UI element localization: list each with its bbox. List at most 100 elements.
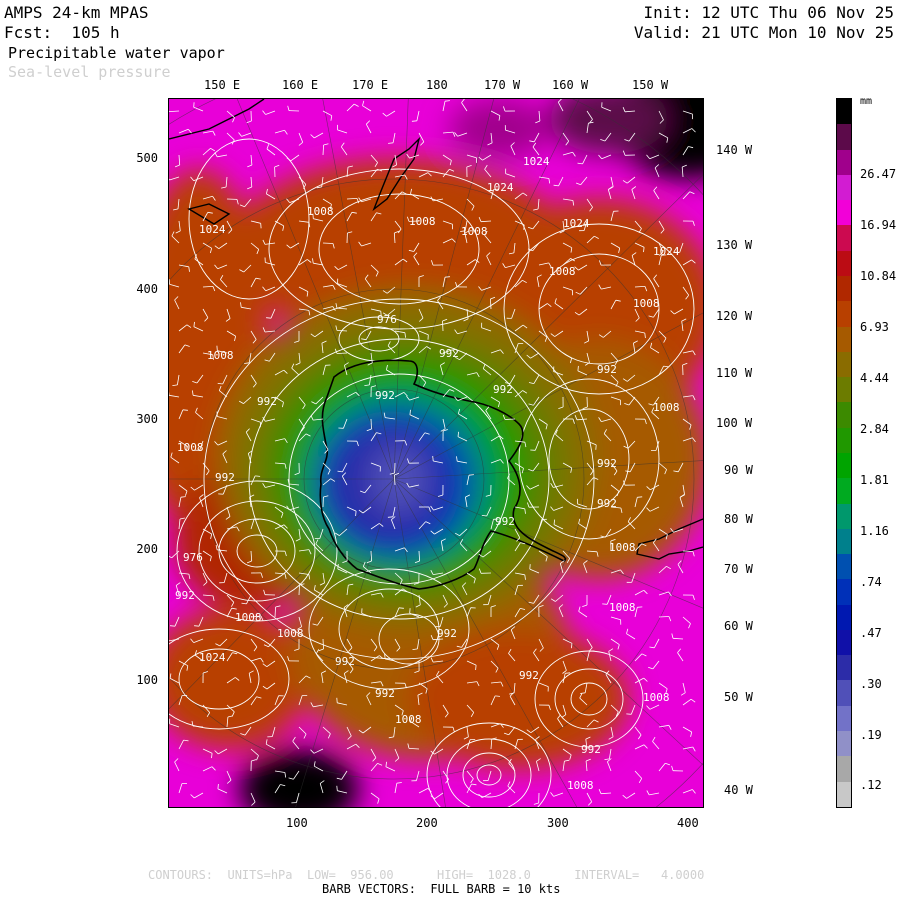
x-tick-label: 200 — [416, 816, 438, 830]
colorbar-segment — [837, 655, 851, 681]
pressure-label: 1024 — [199, 223, 226, 236]
colorbar-segment — [837, 149, 851, 175]
pressure-label: 992 — [597, 457, 617, 470]
colorbar-segment — [837, 478, 851, 504]
x-tick-label: 300 — [547, 816, 569, 830]
colorbar-unit: mm — [860, 96, 873, 107]
wind-barb — [298, 584, 300, 596]
init-time: Init: 12 UTC Thu 06 Nov 25 — [643, 3, 894, 22]
lon-label: 120 W — [716, 309, 753, 323]
colorbar-segment — [837, 301, 851, 327]
pressure-label: 1024 — [653, 245, 680, 258]
pressure-label: 1024 — [487, 181, 514, 194]
forecast-hour: Fcst: 105 h — [4, 23, 120, 42]
wind-barb-flag — [266, 317, 272, 319]
wind-barb-flag — [182, 409, 188, 411]
wind-barb — [322, 242, 334, 244]
colorbar-segment — [837, 200, 851, 226]
colorbar-segment — [837, 351, 851, 378]
wind-barb — [370, 418, 372, 430]
pressure-label: 1008 — [177, 441, 204, 454]
lon-label: 140 W — [716, 143, 753, 157]
colorbar-label: .74 — [860, 575, 882, 589]
wind-barb-flag — [398, 607, 404, 609]
pressure-label: 1008 — [609, 601, 636, 614]
colorbar-segment — [837, 275, 851, 302]
pressure-label: 992 — [519, 669, 539, 682]
field-title-slp: Sea-level pressure — [8, 63, 171, 81]
lon-label: 60 W — [724, 619, 753, 633]
colorbar-segment — [837, 705, 851, 732]
colorbar-segment — [837, 554, 851, 580]
colorbar-label: 2.84 — [860, 422, 889, 436]
colorbar-segment — [837, 579, 851, 605]
field-title-pwv: Precipitable water vapor — [8, 44, 225, 62]
lon-label: 160 E — [282, 78, 319, 92]
lon-label: 50 W — [724, 690, 753, 704]
x-tick-label: 100 — [286, 816, 308, 830]
lon-label: 70 W — [724, 562, 753, 576]
colorbar-segment — [837, 377, 851, 403]
colorbar-segment — [837, 124, 851, 150]
pressure-label: 992 — [437, 627, 457, 640]
colorbar-segment — [837, 99, 851, 125]
lon-label: 130 W — [716, 238, 753, 252]
pressure-label: 992 — [335, 655, 355, 668]
colorbar-segment — [837, 503, 851, 529]
colorbar-segment — [837, 326, 851, 352]
pressure-label: 1008 — [643, 691, 670, 704]
wind-barb-flag — [577, 365, 579, 371]
wind-barb-flag — [336, 785, 338, 791]
colorbar-label: .47 — [860, 626, 882, 640]
pressure-label: 1008 — [409, 215, 436, 228]
pressure-label: 1008 — [235, 611, 262, 624]
pressure-label: 1024 — [199, 651, 226, 664]
wind-barb — [682, 550, 694, 552]
colorbar-label: 10.84 — [860, 269, 897, 283]
lon-label: 150 E — [204, 78, 241, 92]
wind-barb-flag — [565, 672, 571, 674]
colorbar-label: 26.47 — [860, 167, 897, 181]
contours-info: CONTOURS: UNITS=hPa LOW= 956.00 HIGH= 10… — [148, 868, 705, 882]
colorbar-label: .19 — [860, 728, 882, 742]
pressure-label: 1008 — [609, 541, 636, 554]
wind-barb-flag — [637, 496, 643, 498]
y-tick-label: 200 — [136, 542, 158, 556]
lon-label: 80 W — [724, 512, 753, 526]
wind-barb — [322, 638, 324, 650]
wind-barb-flag — [387, 516, 393, 518]
colorbar-segment — [837, 402, 851, 428]
lon-label: 150 W — [632, 78, 669, 92]
lon-label: 180 — [426, 78, 448, 92]
y-tick-label: 300 — [136, 412, 158, 426]
valid-time: Valid: 21 UTC Mon 10 Nov 25 — [633, 23, 894, 42]
wind-barb-flag — [411, 120, 417, 122]
colorbar-segment — [837, 225, 851, 251]
colorbar — [836, 98, 852, 808]
lon-label: 170 E — [352, 78, 389, 92]
lon-label: 160 W — [552, 78, 589, 92]
wind-barb-flag — [432, 455, 434, 462]
wind-barb — [442, 320, 444, 332]
wind-barb-flag — [194, 625, 200, 627]
pressure-label: 992 — [375, 389, 395, 402]
colorbar-segment — [837, 174, 851, 201]
pressure-label: 992 — [493, 383, 513, 396]
colorbar-segment — [837, 781, 851, 807]
colorbar-label: .12 — [860, 778, 882, 792]
lon-label: 170 W — [484, 78, 521, 92]
wind-barb — [504, 418, 516, 420]
colorbar-label: 16.94 — [860, 218, 897, 232]
pressure-label: 976 — [377, 313, 397, 326]
colorbar-segment — [837, 528, 851, 555]
pressure-label: 992 — [175, 589, 195, 602]
colorbar-segment — [837, 629, 851, 656]
pressure-label: 1008 — [549, 265, 576, 278]
pressure-label: 992 — [597, 363, 617, 376]
pressure-label: 1008 — [395, 713, 422, 726]
pressure-label: 976 — [183, 551, 203, 564]
colorbar-segment — [837, 250, 851, 276]
map-panel: 1024 1024 1024 1024 1024 1024 1008 1008 … — [168, 98, 704, 808]
pressure-label: 992 — [257, 395, 277, 408]
wind-barb-flag — [169, 625, 176, 627]
